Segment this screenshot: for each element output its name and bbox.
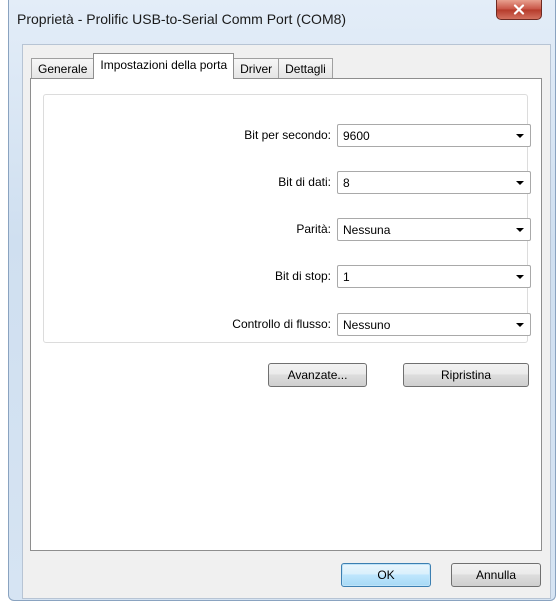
stop-bits-select[interactable]: 1: [337, 265, 531, 288]
flow-control-value: Nessuno: [343, 318, 391, 332]
data-bits-row: Bit di dati: 8: [44, 171, 531, 195]
flow-control-row: Controllo di flusso: Nessuno: [44, 313, 531, 337]
close-button[interactable]: [496, 0, 542, 20]
data-bits-label: Bit di dati:: [278, 175, 331, 189]
ok-button[interactable]: OK: [341, 563, 431, 587]
title-bar[interactable]: Proprietà - Prolific USB-to-Serial Comm …: [9, 0, 555, 36]
parity-label: Parità:: [296, 222, 331, 236]
data-bits-value: 8: [343, 176, 350, 190]
parity-row: Parità: Nessuna: [44, 218, 531, 242]
cancel-button[interactable]: Annulla: [451, 563, 541, 587]
dropdown-arrow-icon: [516, 134, 524, 138]
flow-control-select[interactable]: Nessuno: [337, 313, 531, 336]
stop-bits-label: Bit di stop:: [274, 269, 331, 283]
bits-per-second-value: 9600: [343, 129, 370, 143]
restore-defaults-button[interactable]: Ripristina: [403, 363, 529, 387]
dropdown-arrow-icon: [516, 181, 524, 185]
port-settings-group: Bit per secondo: 9600 Bit di dati: 8 Par…: [43, 94, 531, 343]
data-bits-select[interactable]: 8: [337, 171, 531, 194]
properties-dialog: Proprietà - Prolific USB-to-Serial Comm …: [8, 0, 556, 601]
bits-per-second-select[interactable]: 9600: [337, 124, 531, 147]
port-settings-panel: Bit per secondo: 9600 Bit di dati: 8 Par…: [30, 78, 542, 551]
stop-bits-value: 1: [343, 270, 350, 284]
dropdown-arrow-icon: [516, 228, 524, 232]
dropdown-arrow-icon: [516, 275, 524, 279]
tab-driver[interactable]: Driver: [233, 58, 280, 79]
parity-value: Nessuna: [343, 223, 391, 237]
window-title: Proprietà - Prolific USB-to-Serial Comm …: [17, 11, 347, 27]
bits-per-second-label: Bit per secondo:: [244, 128, 331, 142]
parity-select[interactable]: Nessuna: [337, 218, 531, 241]
flow-control-label: Controllo di flusso:: [232, 317, 331, 331]
stop-bits-row: Bit di stop: 1: [44, 265, 531, 289]
tab-generale[interactable]: Generale: [31, 58, 95, 79]
advanced-button[interactable]: Avanzate...: [268, 363, 367, 387]
tab-dettagli[interactable]: Dettagli: [278, 58, 333, 79]
close-x-icon: [513, 4, 525, 15]
tab-strip: Generale Impostazioni della porta Driver…: [31, 51, 333, 79]
bits-per-second-row: Bit per secondo: 9600: [44, 124, 531, 148]
dialog-client-area: Generale Impostazioni della porta Driver…: [22, 44, 551, 599]
dropdown-arrow-icon: [516, 323, 524, 327]
tab-impostazioni-della-porta[interactable]: Impostazioni della porta: [93, 53, 235, 79]
